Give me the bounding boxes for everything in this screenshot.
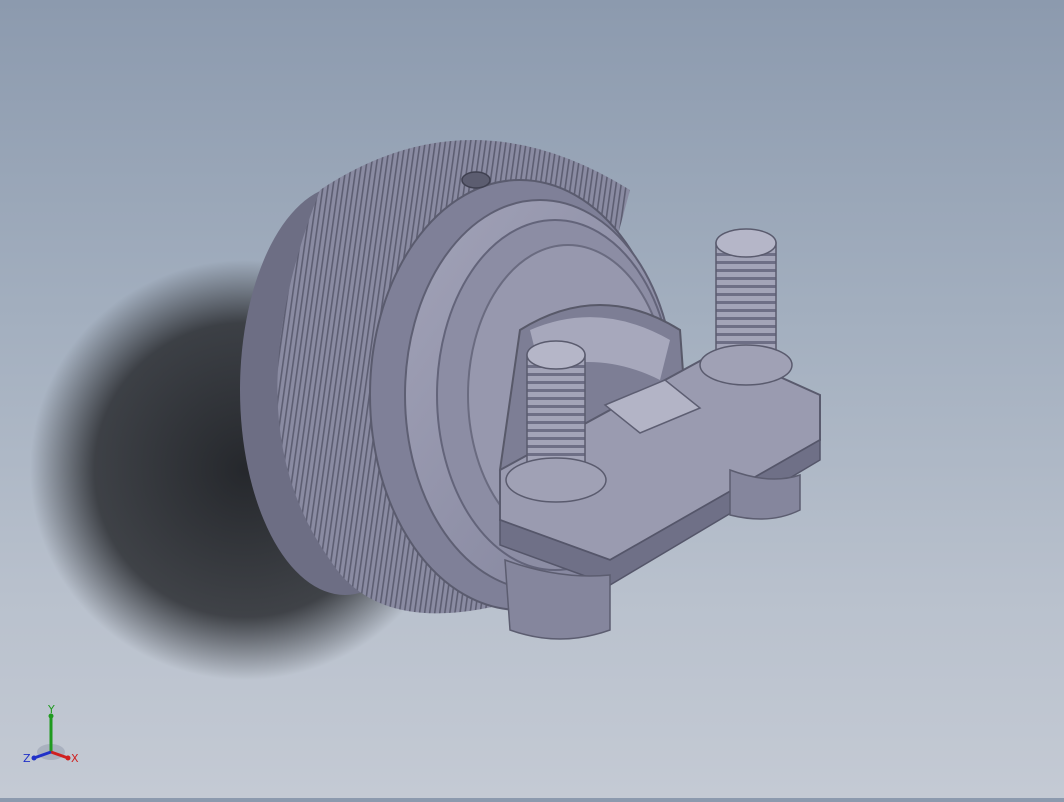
y-axis-label: Y [47, 703, 55, 716]
x-axis-label: X [71, 752, 79, 765]
graphics-viewport[interactable]: Y X Z [0, 0, 1064, 798]
set-screw-hole [461, 171, 491, 189]
model-view[interactable] [0, 0, 1064, 798]
threaded-post-right[interactable] [699, 228, 793, 386]
z-axis-label: Z [23, 752, 31, 765]
orientation-triad[interactable]: Y X Z [18, 702, 88, 772]
